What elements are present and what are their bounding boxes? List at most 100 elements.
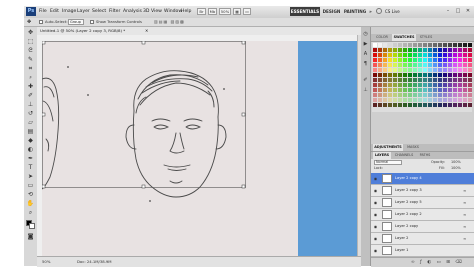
color-swatch[interactable] xyxy=(403,53,407,57)
menu-edit[interactable]: Edit xyxy=(50,8,59,15)
color-swatch[interactable] xyxy=(373,48,377,52)
auto-select-dropdown[interactable]: Group xyxy=(68,19,84,25)
color-swatch[interactable] xyxy=(398,53,402,57)
color-swatch[interactable] xyxy=(398,68,402,72)
color-swatch[interactable] xyxy=(448,78,452,82)
color-swatch[interactable] xyxy=(463,73,467,77)
color-swatch[interactable] xyxy=(463,93,467,97)
color-swatch[interactable] xyxy=(468,78,472,82)
color-swatch[interactable] xyxy=(438,43,442,47)
color-swatch[interactable] xyxy=(388,73,392,77)
color-swatch[interactable] xyxy=(378,83,382,87)
layer-row[interactable]: ◉ Layer 2 copy 5 ∞ xyxy=(371,197,474,209)
color-swatch[interactable] xyxy=(453,53,457,57)
color-swatch[interactable] xyxy=(453,73,457,77)
color-swatch[interactable] xyxy=(423,78,427,82)
color-swatch[interactable] xyxy=(373,43,377,47)
color-swatch[interactable] xyxy=(433,73,437,77)
arrange-documents-button[interactable]: ▦ xyxy=(233,8,241,15)
color-swatch[interactable] xyxy=(408,78,412,82)
color-swatch[interactable] xyxy=(413,88,417,92)
color-swatch[interactable] xyxy=(423,43,427,47)
lasso-tool-icon[interactable]: ᘓ xyxy=(26,47,35,55)
color-swatch[interactable] xyxy=(458,93,462,97)
swatches-grid[interactable] xyxy=(372,42,472,112)
history-brush-icon[interactable]: ↺ xyxy=(26,110,35,118)
color-swatch[interactable] xyxy=(383,63,387,67)
eye-icon[interactable]: ◉ xyxy=(373,200,378,205)
color-swatch[interactable] xyxy=(463,88,467,92)
color-swatch[interactable] xyxy=(438,58,442,62)
color-swatch[interactable] xyxy=(423,73,427,77)
color-swatch[interactable] xyxy=(468,48,472,52)
color-swatch[interactable] xyxy=(438,78,442,82)
tab-styles[interactable]: STYLES xyxy=(417,34,435,41)
brush-tool-icon[interactable]: ✐ xyxy=(26,92,35,100)
brush-panel-icon[interactable]: ✐ xyxy=(362,77,369,84)
color-swatch[interactable] xyxy=(458,58,462,62)
move-icon[interactable]: ✥ xyxy=(27,19,34,25)
clone-stamp-icon[interactable]: ⊥ xyxy=(26,101,35,109)
color-swatch[interactable] xyxy=(428,93,432,97)
color-swatch[interactable] xyxy=(418,73,422,77)
color-swatch[interactable] xyxy=(403,88,407,92)
layer-actions-icons[interactable]: ∞ ƒ ◐ ▭ ⊞ ⌫ xyxy=(411,259,464,266)
color-swatch[interactable] xyxy=(373,58,377,62)
color-swatch[interactable] xyxy=(403,68,407,72)
hand-tool-icon[interactable]: ✋ xyxy=(26,200,35,208)
color-swatch[interactable] xyxy=(383,78,387,82)
color-swatch[interactable] xyxy=(408,53,412,57)
color-swatch[interactable] xyxy=(393,93,397,97)
color-swatch[interactable] xyxy=(438,93,442,97)
color-swatch[interactable] xyxy=(418,43,422,47)
canvas-sketch-layer[interactable] xyxy=(42,41,298,256)
transform-controls-checkbox[interactable] xyxy=(90,20,94,24)
minimize-icon[interactable]: – xyxy=(444,8,452,15)
maximize-icon[interactable]: □ xyxy=(454,8,462,15)
eye-icon[interactable]: ◉ xyxy=(373,176,378,181)
color-swatch[interactable] xyxy=(373,83,377,87)
color-swatch[interactable] xyxy=(373,78,377,82)
color-swatch[interactable] xyxy=(448,93,452,97)
color-swatch[interactable] xyxy=(433,63,437,67)
color-swatch[interactable] xyxy=(453,58,457,62)
color-swatch[interactable] xyxy=(423,103,427,107)
opacity-value[interactable]: 100% xyxy=(451,160,461,165)
color-swatch[interactable] xyxy=(458,83,462,87)
auto-select-checkbox[interactable] xyxy=(39,20,43,24)
color-swatch[interactable] xyxy=(378,73,382,77)
menu-image[interactable]: Image xyxy=(62,8,76,15)
crop-tool-icon[interactable]: ⌗ xyxy=(26,65,35,73)
screen-mode-button[interactable]: ▭ xyxy=(243,8,251,15)
color-swatch[interactable] xyxy=(433,58,437,62)
color-swatch[interactable] xyxy=(463,103,467,107)
layer-row[interactable]: ◉ Layer 1 xyxy=(371,245,474,257)
color-swatch[interactable] xyxy=(418,78,422,82)
color-swatch[interactable] xyxy=(468,83,472,87)
color-swatch[interactable] xyxy=(393,98,397,102)
color-swatch[interactable] xyxy=(463,78,467,82)
layer-row[interactable]: ◉ Layer 2 copy ∞ xyxy=(371,221,474,233)
color-swatch[interactable] xyxy=(433,93,437,97)
tab-adjustments[interactable]: ADJUSTMENTS xyxy=(373,144,403,151)
color-swatch[interactable] xyxy=(428,68,432,72)
color-swatch[interactable] xyxy=(378,103,382,107)
color-swatch[interactable] xyxy=(448,88,452,92)
clone-source-panel-icon[interactable]: ⊥ xyxy=(362,87,369,94)
color-swatch[interactable] xyxy=(428,83,432,87)
color-swatch[interactable] xyxy=(403,93,407,97)
workspace-painting[interactable]: PAINTING xyxy=(343,7,367,16)
color-swatch[interactable] xyxy=(428,88,432,92)
color-swatch[interactable] xyxy=(408,88,412,92)
color-swatch[interactable] xyxy=(378,93,382,97)
color-swatch[interactable] xyxy=(393,68,397,72)
color-swatch[interactable] xyxy=(393,88,397,92)
color-swatch[interactable] xyxy=(373,73,377,77)
color-swatch[interactable] xyxy=(413,63,417,67)
color-swatch[interactable] xyxy=(448,53,452,57)
color-swatch[interactable] xyxy=(398,88,402,92)
menu-view[interactable]: View xyxy=(151,8,162,15)
color-swatch[interactable] xyxy=(458,78,462,82)
color-swatch[interactable] xyxy=(428,78,432,82)
color-swatch[interactable] xyxy=(428,98,432,102)
